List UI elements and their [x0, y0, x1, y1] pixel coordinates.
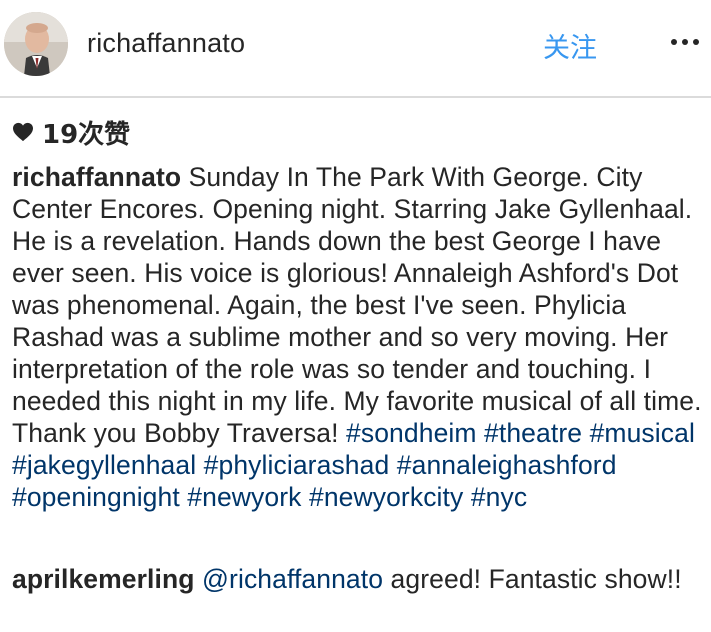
header-divider [0, 96, 711, 98]
post-username[interactable]: richaffannato [87, 28, 245, 59]
hashtag[interactable]: #musical [590, 418, 695, 448]
more-horizontal-icon[interactable] [670, 34, 700, 50]
heart-icon [13, 122, 33, 142]
comment-mention[interactable]: @richaffannato [202, 564, 383, 594]
hashtag[interactable]: #nyc [471, 482, 527, 512]
post-caption: richaffannato Sunday In The Park With Ge… [12, 161, 702, 513]
hashtag[interactable]: #openingnight [12, 482, 180, 512]
likes-count: 19次赞 [42, 119, 131, 150]
avatar[interactable] [4, 12, 68, 76]
post-header: richaffannato 关注 [0, 0, 711, 96]
follow-button[interactable]: 关注 [543, 26, 597, 65]
caption-author[interactable]: richaffannato [12, 162, 181, 192]
hashtag[interactable]: #newyork [187, 482, 301, 512]
comment-author[interactable]: aprilkemerling [12, 564, 195, 594]
comment: aprilkemerling @richaffannato agreed! Fa… [12, 563, 702, 595]
likes-row[interactable]: 19次赞 [12, 117, 130, 150]
comment-text: agreed! Fantastic show!! [390, 564, 682, 594]
hashtag[interactable]: #theatre [484, 418, 582, 448]
caption-text: Sunday In The Park With George. City Cen… [12, 162, 702, 448]
hashtag[interactable]: #phyliciarashad [204, 450, 390, 480]
profile-photo [4, 12, 68, 76]
hashtag[interactable]: #annaleighashford [397, 450, 617, 480]
hashtag[interactable]: #jakegyllenhaal [12, 450, 196, 480]
hashtag[interactable]: #sondheim [346, 418, 477, 448]
hashtag[interactable]: #newyorkcity [309, 482, 463, 512]
